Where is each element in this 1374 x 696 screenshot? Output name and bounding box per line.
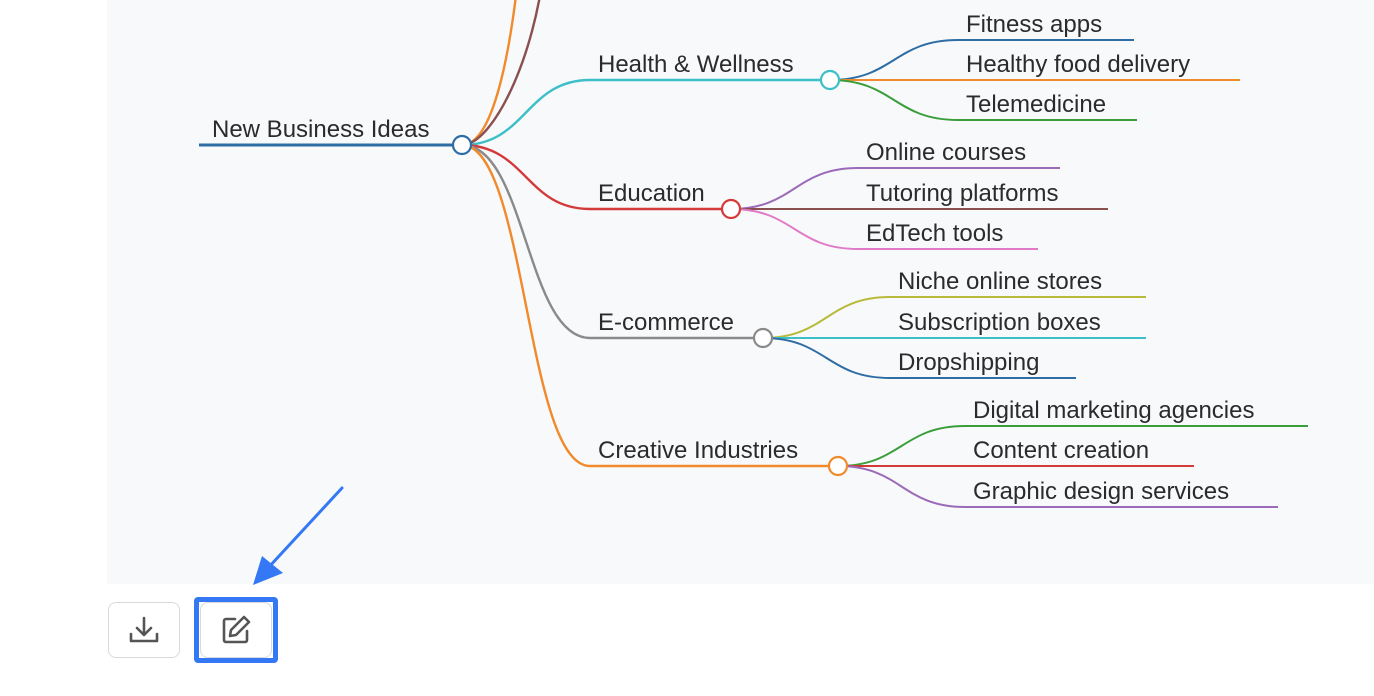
- node-edtech-tools: EdTech tools: [866, 220, 1003, 247]
- node-e-commerce: E-commerce: [598, 309, 734, 336]
- node-online-courses: Online courses: [866, 139, 1026, 166]
- node-healthy-food-delivery: Healthy food delivery: [966, 51, 1190, 78]
- node-circle-health-and-wellness: [819, 69, 841, 91]
- edge-to-online-courses: [730, 167, 859, 210]
- download-button[interactable]: [108, 602, 180, 658]
- node-education: Education: [598, 180, 705, 207]
- edge-root-to-creative-industries: [461, 143, 591, 468]
- node-circle-creative-industries: [827, 455, 849, 477]
- node-circle-e-commerce: [752, 327, 774, 349]
- edge-to-digital-marketing-agencies: [837, 425, 966, 467]
- edge-to-telemedicine: [829, 79, 959, 121]
- node-digital-marketing-agencies: Digital marketing agencies: [973, 397, 1254, 424]
- node-root: New Business Ideas: [212, 116, 429, 143]
- node-dropshipping: Dropshipping: [898, 349, 1039, 376]
- edit-icon: [222, 615, 251, 644]
- node-fitness-apps: Fitness apps: [966, 11, 1102, 38]
- edit-button[interactable]: [200, 602, 272, 658]
- edge-to-dropshipping: [762, 337, 891, 379]
- edge-to-edtech-tools: [730, 208, 859, 250]
- mindmap-diagram: Fitness apps Healthy food delivery Telemed…: [199, 0, 1308, 508]
- node-telemedicine: Telemedicine: [966, 91, 1106, 118]
- node-circle-root: [451, 134, 473, 156]
- node-tutoring-platforms: Tutoring platforms: [866, 180, 1059, 207]
- edge-to-niche-online-stores: [762, 296, 891, 339]
- edge-to-fitness-apps: [829, 39, 959, 81]
- node-circle-education: [720, 198, 742, 220]
- node-creative-industries: Creative Industries: [598, 437, 798, 464]
- node-graphic-design-services: Graphic design services: [973, 478, 1229, 505]
- node-content-creation: Content creation: [973, 437, 1149, 464]
- node-subscription-boxes: Subscription boxes: [898, 309, 1101, 336]
- node-health-and-wellness: Health & Wellness: [598, 51, 794, 78]
- edge-to-graphic-design-services: [837, 465, 966, 508]
- download-icon: [129, 616, 159, 643]
- node-niche-online-stores: Niche online stores: [898, 268, 1102, 295]
